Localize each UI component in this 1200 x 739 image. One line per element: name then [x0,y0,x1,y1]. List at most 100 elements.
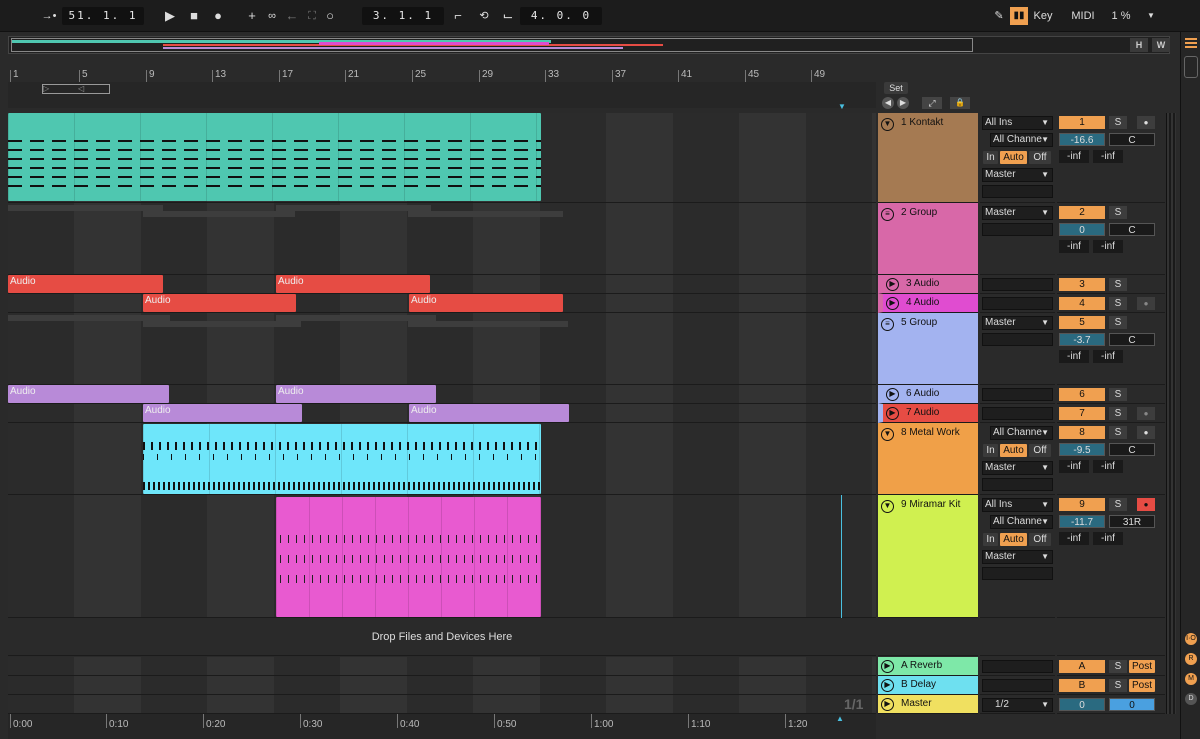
track-activator[interactable]: 5 [1059,316,1105,329]
send-b-field[interactable]: -inf [1093,150,1123,163]
send-b-field[interactable]: -inf [1093,460,1123,473]
optimize-height-button[interactable]: H [1130,38,1148,52]
monitor-off-button[interactable]: Off [1029,533,1051,546]
return-activator[interactable]: B [1059,679,1105,692]
punch-in-icon[interactable]: ⌐ [446,7,470,25]
track-lane-1[interactable] [8,113,876,203]
time-ruler[interactable]: 0:00 0:10 0:20 0:30 0:40 0:50 1:00 1:10 … [8,714,876,739]
track-activator[interactable]: 8 [1059,426,1105,439]
play-clip-icon[interactable]: ▶ [886,278,899,291]
solo-button[interactable]: S [1109,297,1127,310]
track-lane-8[interactable] [8,423,876,495]
arm-icon[interactable]: ● [1137,297,1155,310]
volume-field[interactable]: 0 [1059,223,1105,236]
pan-field[interactable]: C [1109,223,1155,236]
session-record-icon[interactable]: ○ [320,7,340,25]
track-activator[interactable]: 7 [1059,407,1105,420]
play-clip-icon[interactable]: ▶ [881,679,894,692]
input-type-chooser[interactable]: All Ins [982,498,1053,512]
track-activator[interactable]: 9 [1059,498,1105,511]
master-output-chooser[interactable]: 1/2 [982,698,1053,712]
solo-button[interactable]: S [1109,206,1127,219]
loop-start-field[interactable]: 3. 1. 1 [362,7,444,25]
send-b-field[interactable]: -inf [1093,240,1123,253]
loop-brace[interactable]: ▷ ◁ [42,84,110,94]
master-lane[interactable]: 1/1 [8,695,876,714]
send-b-field[interactable]: -inf [1093,350,1123,363]
add-icon[interactable]: + [242,7,262,25]
loop-switch-icon[interactable]: ⟲ [472,7,496,25]
volume-field[interactable]: -16.6 [1059,133,1105,146]
midi-clip[interactable] [8,113,541,201]
mixer-toggle-icon[interactable]: M [1185,673,1197,685]
output-chooser[interactable]: Master [982,550,1053,564]
volume-field[interactable]: -11.7 [1059,515,1105,528]
capture-icon[interactable]: ⛶ [302,7,322,25]
key-map-button[interactable]: Key [1030,7,1056,25]
track-header-4[interactable]: ▶ 4 Audio [878,294,978,313]
track-lane-5[interactable] [8,313,876,385]
return-header-a[interactable]: ▶ A Reverb [878,657,978,676]
audio-clip[interactable]: Audio [143,294,296,312]
monitor-in-button[interactable]: In [983,151,998,164]
solo-button[interactable]: S [1109,388,1127,401]
record-icon[interactable]: ● [208,7,228,25]
return-lane-a[interactable] [8,657,876,676]
volume-field[interactable]: -3.7 [1059,333,1105,346]
optimize-width-button[interactable]: W [1152,38,1170,52]
output-chooser[interactable]: Master [982,168,1053,182]
drop-zone[interactable]: Drop Files and Devices Here [8,618,876,656]
audio-clip[interactable]: Audio [143,404,302,422]
pan-field[interactable]: 31R [1109,515,1155,528]
track-header-3[interactable]: ▶ 3 Audio [878,275,978,294]
send-b-field[interactable]: -inf [1093,532,1123,545]
loop-bar[interactable]: ▷ ◁ ▼ [8,82,876,111]
beat-time-ruler[interactable]: 1 5 9 13 17 21 25 29 33 37 41 45 49 [8,66,876,82]
track-lane-9[interactable] [8,495,876,618]
input-channel-chooser[interactable]: All Channe [990,515,1053,529]
track-lane-3[interactable]: Audio Audio [8,275,876,294]
solo-button[interactable]: S [1109,426,1127,439]
output-chooser[interactable]: Master [982,206,1053,220]
menu-icon[interactable] [1185,38,1197,48]
lock-icon[interactable]: 🔒 [950,97,970,109]
track-header-7[interactable]: ▶ 7 Audio [878,404,978,423]
output-chooser[interactable] [982,679,1053,692]
return-activator[interactable]: A [1059,660,1105,673]
input-type-chooser[interactable]: All Ins [982,116,1053,130]
overview-viewport[interactable] [11,38,973,52]
stop-icon[interactable]: ■ [184,7,204,25]
monitor-off-button[interactable]: Off [1029,151,1051,164]
midi-map-button[interactable]: MIDI [1068,7,1098,25]
io-toggle-icon[interactable]: I·O [1185,633,1197,645]
back-to-arrangement-icon[interactable]: ← [282,7,302,25]
follow-icon[interactable]: →• [38,7,60,25]
track-header-1[interactable]: ▼ 1 Kontakt [878,113,978,203]
track-activator[interactable]: 4 [1059,297,1105,310]
output-chooser[interactable]: Master [982,461,1053,475]
output-chooser[interactable] [982,660,1053,673]
monitor-off-button[interactable]: Off [1029,444,1051,457]
output-chooser[interactable] [982,278,1053,291]
scroll-handle[interactable] [1184,56,1198,78]
send-a-field[interactable]: -inf [1059,532,1089,545]
track-lane-4[interactable]: Audio Audio [8,294,876,313]
arm-icon[interactable]: ● [1137,116,1155,129]
output-chooser[interactable] [982,407,1053,420]
audio-clip[interactable]: Audio [8,275,163,293]
midi-clip[interactable] [143,424,541,494]
previous-locator-icon[interactable]: ◀ [882,97,894,109]
send-a-field[interactable]: -inf [1059,460,1089,473]
volume-field[interactable]: -9.5 [1059,443,1105,456]
track-lane-6[interactable]: Audio Audio [8,385,876,404]
play-clip-icon[interactable]: ▶ [886,297,899,310]
audio-clip[interactable]: Audio [276,385,436,403]
solo-button[interactable]: S [1109,116,1127,129]
draw-mode-icon[interactable]: ✎ [990,7,1008,25]
pan-field[interactable]: C [1109,333,1155,346]
track-activator[interactable]: 1 [1059,116,1105,129]
returns-toggle-icon[interactable]: R [1185,653,1197,665]
arm-icon[interactable]: ● [1137,498,1155,511]
output-chooser[interactable] [982,297,1053,310]
play-clip-icon[interactable]: ▶ [886,388,899,401]
